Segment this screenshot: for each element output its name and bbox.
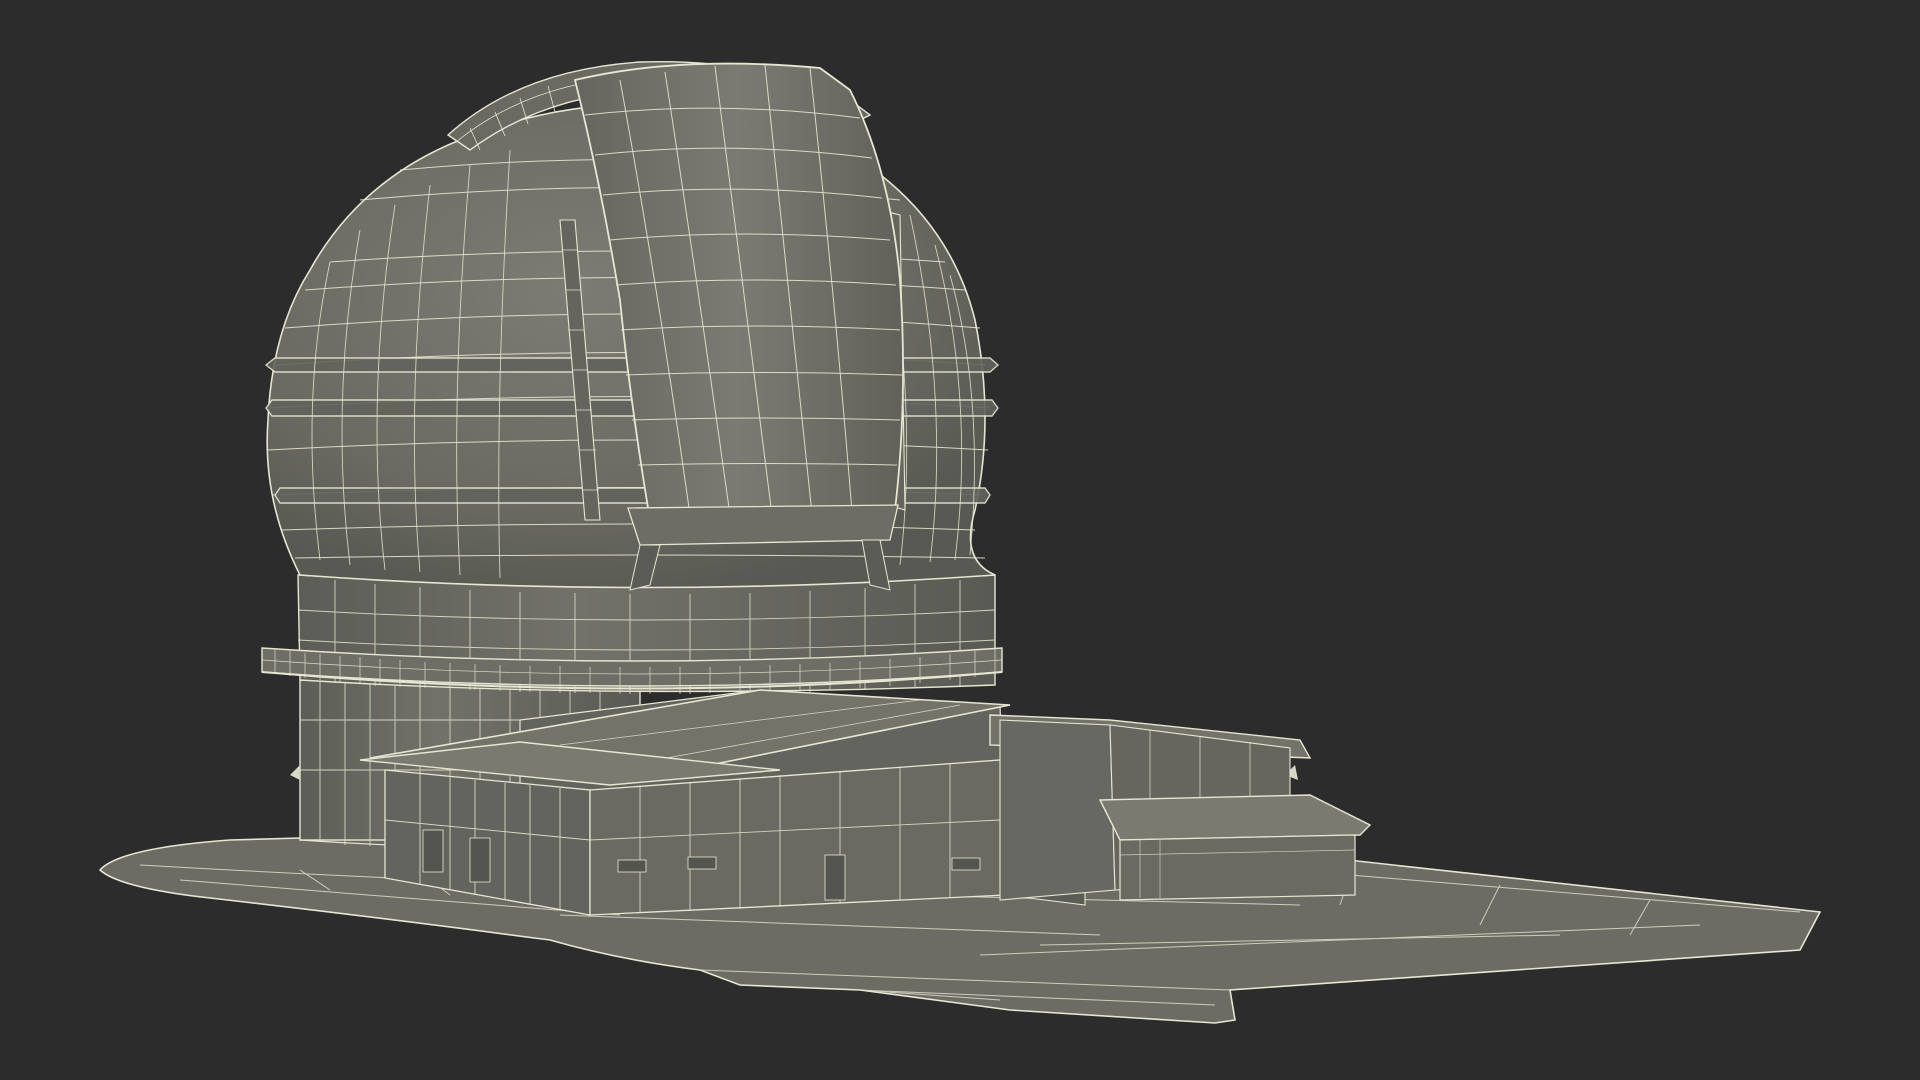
render-viewport xyxy=(0,0,1920,1080)
observatory-render xyxy=(98,60,1822,1024)
